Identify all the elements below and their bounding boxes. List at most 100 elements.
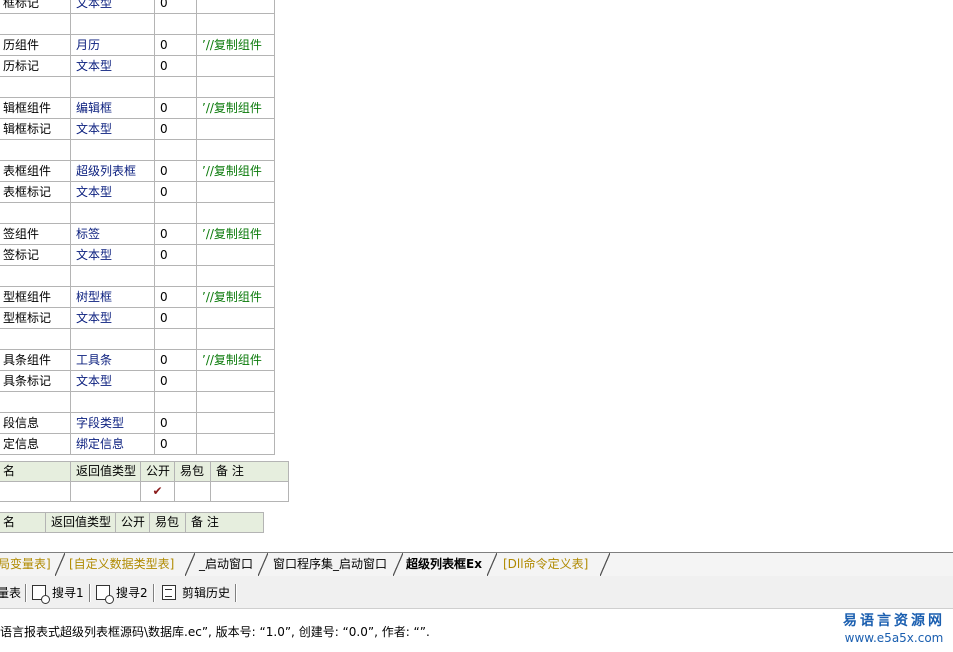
- member-type-cell[interactable]: 编辑框: [70, 97, 155, 119]
- member-row[interactable]: 历组件 月历 0 ’//复制组件: [0, 34, 275, 56]
- member-row[interactable]: [0, 265, 275, 287]
- member-name-cell[interactable]: 历标记: [0, 55, 71, 77]
- member-array-cell[interactable]: 0: [154, 412, 197, 434]
- member-name-cell[interactable]: [0, 13, 71, 35]
- member-type-cell[interactable]: 工具条: [70, 349, 155, 371]
- member-note-cell[interactable]: [196, 181, 275, 203]
- member-type-cell[interactable]: 标签: [70, 223, 155, 245]
- member-row[interactable]: 具条组件 工具条 0 ’//复制组件: [0, 349, 275, 371]
- member-name-cell[interactable]: 具条标记: [0, 370, 71, 392]
- member-row[interactable]: [0, 76, 275, 98]
- member-type-cell[interactable]: 文本型: [70, 370, 155, 392]
- member-name-cell[interactable]: 辑框标记: [0, 118, 71, 140]
- cell-note[interactable]: [210, 481, 289, 502]
- member-type-cell[interactable]: [70, 139, 155, 161]
- tab-dll-command-table[interactable]: [Dll命令定义表]: [503, 554, 588, 574]
- member-array-cell[interactable]: 0: [154, 286, 197, 308]
- member-note-cell[interactable]: [196, 13, 275, 35]
- member-note-cell[interactable]: [196, 412, 275, 434]
- member-type-cell[interactable]: 文本型: [70, 244, 155, 266]
- member-note-cell[interactable]: [196, 265, 275, 287]
- member-row[interactable]: 签标记 文本型 0: [0, 244, 275, 266]
- member-type-cell[interactable]: 文本型: [70, 118, 155, 140]
- member-note-cell[interactable]: [196, 118, 275, 140]
- tab-global-variable-table[interactable]: 局变量表]: [0, 554, 51, 574]
- member-row[interactable]: [0, 13, 275, 35]
- member-row[interactable]: 型框标记 文本型 0: [0, 307, 275, 329]
- member-array-cell[interactable]: [154, 265, 197, 287]
- member-name-cell[interactable]: 表框组件: [0, 160, 71, 182]
- member-name-cell[interactable]: 定信息: [0, 433, 71, 455]
- code-editor-area[interactable]: 框标记 文本型 0 历组件 月历 0 ’//复制组件 历标记 文本型 0 辑框组件 编辑框 0 ’//复制…: [0, 0, 953, 552]
- member-row[interactable]: 辑框标记 文本型 0: [0, 118, 275, 140]
- clip-history-button[interactable]: 剪辑历史: [162, 584, 230, 602]
- member-name-cell[interactable]: [0, 391, 71, 413]
- member-row[interactable]: [0, 391, 275, 413]
- member-type-cell[interactable]: 文本型: [70, 307, 155, 329]
- member-note-cell[interactable]: [196, 307, 275, 329]
- member-type-cell[interactable]: 文本型: [70, 0, 155, 14]
- member-type-cell[interactable]: 文本型: [70, 55, 155, 77]
- tab-startup-window[interactable]: _启动窗口: [199, 554, 253, 574]
- member-note-cell[interactable]: [196, 139, 275, 161]
- member-type-cell[interactable]: [70, 13, 155, 35]
- member-type-cell[interactable]: 超级列表框: [70, 160, 155, 182]
- member-array-cell[interactable]: 0: [154, 97, 197, 119]
- member-array-cell[interactable]: 0: [154, 433, 197, 455]
- tab-custom-data-type-table[interactable]: [自定义数据类型表]: [69, 554, 174, 574]
- member-name-cell[interactable]: [0, 265, 71, 287]
- member-row[interactable]: 历标记 文本型 0: [0, 55, 275, 77]
- member-name-cell[interactable]: [0, 76, 71, 98]
- member-type-cell[interactable]: 月历: [70, 34, 155, 56]
- member-type-cell[interactable]: 字段类型: [70, 412, 155, 434]
- member-row[interactable]: [0, 139, 275, 161]
- member-name-cell[interactable]: 型框组件: [0, 286, 71, 308]
- member-note-cell[interactable]: [196, 76, 275, 98]
- member-array-cell[interactable]: [154, 139, 197, 161]
- member-note-cell[interactable]: ’//复制组件: [196, 349, 275, 371]
- member-array-cell[interactable]: 0: [154, 118, 197, 140]
- cell-public[interactable]: ✔: [140, 481, 175, 502]
- member-type-cell[interactable]: [70, 265, 155, 287]
- member-type-cell[interactable]: [70, 76, 155, 98]
- member-row[interactable]: 段信息 字段类型 0: [0, 412, 275, 434]
- member-note-cell[interactable]: [196, 391, 275, 413]
- member-note-cell[interactable]: ’//复制组件: [196, 286, 275, 308]
- cell-name[interactable]: [0, 481, 71, 502]
- member-array-cell[interactable]: 0: [154, 244, 197, 266]
- member-name-cell[interactable]: 签标记: [0, 244, 71, 266]
- member-note-cell[interactable]: ’//复制组件: [196, 160, 275, 182]
- member-array-cell[interactable]: [154, 391, 197, 413]
- member-array-cell[interactable]: [154, 13, 197, 35]
- member-row[interactable]: 框标记 文本型 0: [0, 0, 275, 14]
- member-row[interactable]: 定信息 绑定信息 0: [0, 433, 275, 455]
- member-array-cell[interactable]: [154, 202, 197, 224]
- member-name-cell[interactable]: [0, 139, 71, 161]
- member-name-cell[interactable]: 型框标记: [0, 307, 71, 329]
- member-type-cell[interactable]: [70, 202, 155, 224]
- tab-window-assembly[interactable]: 窗口程序集_启动窗口: [273, 554, 387, 574]
- member-note-cell[interactable]: [196, 55, 275, 77]
- member-name-cell[interactable]: 辑框组件: [0, 97, 71, 119]
- member-array-cell[interactable]: 0: [154, 55, 197, 77]
- member-array-cell[interactable]: [154, 328, 197, 350]
- member-array-cell[interactable]: 0: [154, 34, 197, 56]
- subroutine-row[interactable]: ✔: [0, 481, 289, 502]
- tab-super-listbox-ex[interactable]: 超级列表框Ex: [406, 554, 482, 574]
- member-array-cell[interactable]: 0: [154, 349, 197, 371]
- member-row[interactable]: 表框组件 超级列表框 0 ’//复制组件: [0, 160, 275, 182]
- member-note-cell[interactable]: [196, 244, 275, 266]
- member-name-cell[interactable]: 框标记: [0, 0, 71, 14]
- member-array-cell[interactable]: 0: [154, 223, 197, 245]
- cell-package[interactable]: [174, 481, 211, 502]
- member-name-cell[interactable]: 具条组件: [0, 349, 71, 371]
- member-name-cell[interactable]: 历组件: [0, 34, 71, 56]
- member-type-cell[interactable]: 树型框: [70, 286, 155, 308]
- member-type-cell[interactable]: 绑定信息: [70, 433, 155, 455]
- member-note-cell[interactable]: [196, 328, 275, 350]
- member-row[interactable]: [0, 328, 275, 350]
- member-array-cell[interactable]: 0: [154, 370, 197, 392]
- member-name-cell[interactable]: [0, 328, 71, 350]
- member-row[interactable]: 型框组件 树型框 0 ’//复制组件: [0, 286, 275, 308]
- member-array-cell[interactable]: [154, 76, 197, 98]
